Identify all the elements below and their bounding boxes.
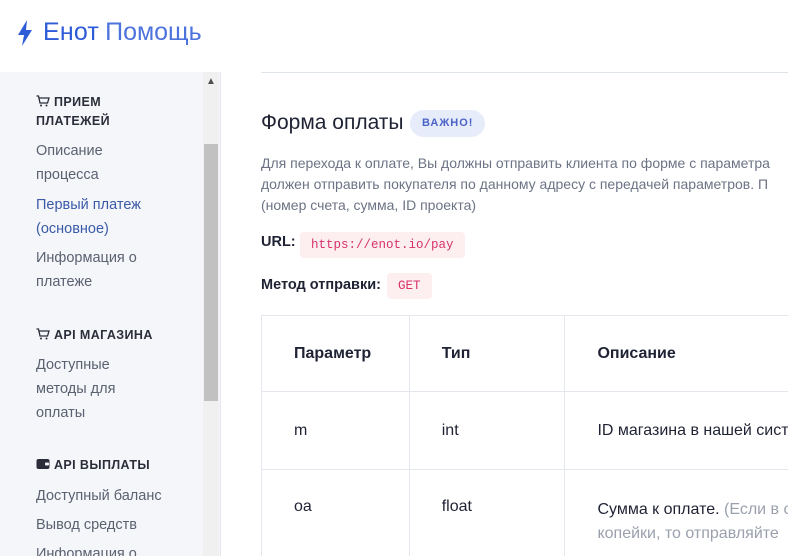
sidebar-item-process-description[interactable]: Описание процесса bbox=[36, 139, 196, 187]
cell-param: m bbox=[262, 392, 410, 469]
cell-description-text: Сумма к оплате. bbox=[597, 501, 720, 518]
scroll-up-arrow-icon[interactable]: ▲ bbox=[203, 72, 219, 90]
url-code: https://enot.io/pay bbox=[300, 232, 465, 258]
sidebar-item-label: Описание bbox=[36, 143, 103, 159]
cell-description-note: (Если в с bbox=[719, 501, 788, 518]
important-badge: ВАЖНО! bbox=[410, 110, 486, 137]
cell-type: float bbox=[410, 470, 566, 556]
sidebar-item-available-balance[interactable]: Доступный баланс bbox=[36, 484, 196, 508]
sidebar-section-shop-api: API МАГАЗИНА bbox=[36, 326, 153, 345]
cell-description-note: копейки, то отправляйте bbox=[597, 525, 779, 542]
sidebar-section-title: API ВЫПЛАТЫ bbox=[54, 458, 151, 472]
logo-brand: Енот bbox=[43, 18, 100, 46]
sidebar-item-label: Информация о bbox=[36, 250, 137, 266]
sidebar-item-first-payment[interactable]: Первый платеж (основное) bbox=[36, 193, 196, 241]
logo-section: Помощь bbox=[105, 18, 202, 46]
sidebar-scrollbar[interactable]: ▲ bbox=[203, 72, 219, 556]
column-header-description: Описание bbox=[597, 344, 676, 362]
table-row: oa float Сумма к оплате. (Если в с копей… bbox=[262, 470, 788, 556]
method-code: GET bbox=[387, 273, 432, 299]
sidebar-section-title: API МАГАЗИНА bbox=[54, 328, 153, 342]
sidebar-item-label: Вывод средств bbox=[36, 517, 137, 533]
main-content: Форма оплаты ВАЖНО! Для перехода к оплат… bbox=[221, 72, 788, 556]
sidebar-item-label: оплаты bbox=[36, 405, 86, 421]
sidebar-item-payout-info[interactable]: Информация о bbox=[36, 542, 196, 556]
sidebar-item-label: (основное) bbox=[36, 221, 109, 237]
sidebar-item-label: Доступный баланс bbox=[36, 488, 162, 504]
sidebar-item-payment-info[interactable]: Информация о платеже bbox=[36, 246, 196, 294]
lightning-icon bbox=[18, 19, 32, 46]
sidebar-section-title: ПЛАТЕЖЕЙ bbox=[36, 114, 110, 128]
table-header-row: Параметр Тип Описание bbox=[262, 316, 788, 392]
description: Для перехода к оплате, Вы должны отправи… bbox=[261, 153, 788, 216]
cell-description: ID магазина в нашей сист bbox=[565, 392, 788, 469]
sidebar-item-withdraw[interactable]: Вывод средств bbox=[36, 513, 196, 537]
description-line: (номер счета, сумма, ID проекта) bbox=[261, 197, 477, 213]
cart-icon bbox=[36, 95, 50, 107]
cart-icon bbox=[36, 328, 50, 340]
cell-param: oa bbox=[262, 470, 410, 556]
sidebar-item-label: методы для bbox=[36, 381, 116, 397]
sidebar-section-title: ПРИЕМ bbox=[54, 95, 102, 109]
description-line: Для перехода к оплате, Вы должны отправи… bbox=[261, 155, 770, 171]
table-row: m int ID магазина в нашей сист bbox=[262, 392, 788, 470]
page-title: Форма оплаты bbox=[261, 111, 404, 134]
top-header: Енот Помощь bbox=[0, 0, 788, 72]
cell-type: int bbox=[410, 392, 566, 469]
sidebar-section-payout-api: API ВЫПЛАТЫ bbox=[36, 456, 150, 475]
sidebar-item-label: процесса bbox=[36, 167, 99, 183]
sidebar-item-label: платеже bbox=[36, 274, 93, 290]
sidebar-item-label: Информация о bbox=[36, 546, 137, 556]
column-header-type: Тип bbox=[410, 316, 566, 391]
column-header-param: Параметр bbox=[262, 316, 410, 391]
description-line: должен отправить покупателя по данному а… bbox=[261, 176, 769, 192]
wallet-icon bbox=[36, 459, 50, 469]
sidebar-item-available-methods[interactable]: Доступные методы для оплаты bbox=[36, 353, 196, 425]
logo[interactable]: Енот Помощь bbox=[16, 18, 202, 47]
url-label: URL: bbox=[261, 234, 296, 250]
sidebar-section-payments: ПРИЕМ ПЛАТЕЖЕЙ bbox=[36, 93, 110, 131]
sidebar-item-label: Доступные bbox=[36, 357, 110, 373]
sidebar-item-label: Первый платеж bbox=[36, 197, 141, 213]
scrollbar-thumb[interactable] bbox=[204, 144, 218, 401]
cell-description-text: ID магазина в нашей сист bbox=[597, 421, 788, 439]
params-table: Параметр Тип Описание m int ID магазина … bbox=[261, 315, 788, 556]
cell-description: Сумма к оплате. (Если в с копейки, то от… bbox=[565, 470, 788, 556]
method-label: Метод отправки: bbox=[261, 277, 381, 293]
divider bbox=[261, 72, 788, 73]
sidebar: ПРИЕМ ПЛАТЕЖЕЙ Описание процесса Первый … bbox=[0, 72, 221, 556]
